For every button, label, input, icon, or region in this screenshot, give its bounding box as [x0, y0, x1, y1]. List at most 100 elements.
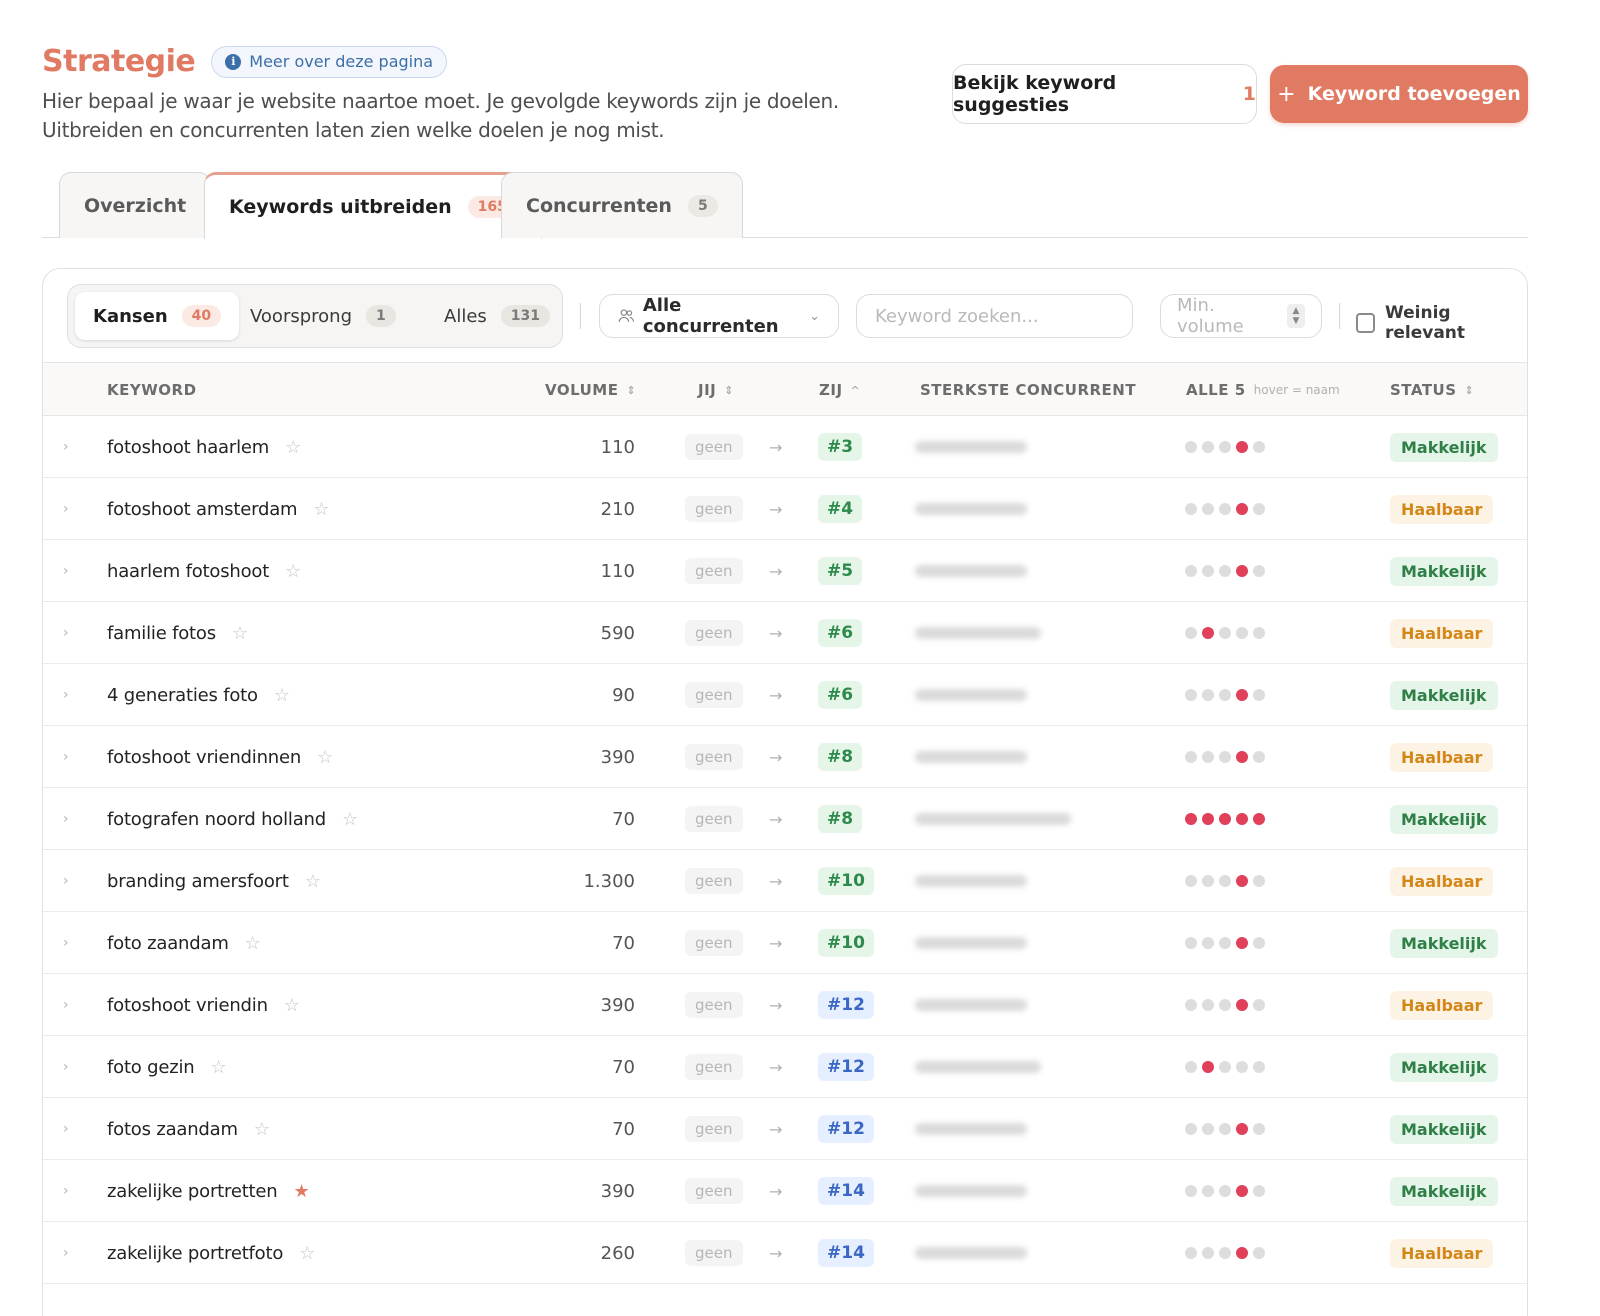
- competitor-rank-dot[interactable]: [1253, 875, 1265, 887]
- competitor-rank-dot[interactable]: [1202, 1185, 1214, 1197]
- table-row[interactable]: › zakelijke portretfoto ☆ 260 geen → #14 Haalba…: [43, 1222, 1527, 1284]
- competitor-rank-dot[interactable]: [1219, 1185, 1231, 1197]
- tab-concurrenten[interactable]: Concurrenten 5: [501, 172, 743, 238]
- competitor-rank-dot[interactable]: [1253, 1123, 1265, 1135]
- competitor-rank-dot[interactable]: [1236, 1061, 1248, 1073]
- star-icon[interactable]: ☆: [274, 685, 290, 706]
- star-icon[interactable]: ☆: [254, 1119, 270, 1140]
- col-jij[interactable]: JIJ ⇕: [698, 381, 734, 399]
- col-volume[interactable]: VOLUME ⇕: [545, 381, 636, 399]
- table-row[interactable]: › fotoshoot vriendinnen ☆ 390 geen → #8 Haalbaa…: [43, 726, 1527, 788]
- star-icon[interactable]: ☆: [285, 561, 301, 582]
- competitor-rank-dot[interactable]: [1219, 813, 1231, 825]
- competitor-rank-dot[interactable]: [1185, 1247, 1197, 1259]
- chevron-right-icon[interactable]: ›: [63, 974, 77, 1036]
- competitor-rank-dot[interactable]: [1236, 999, 1248, 1011]
- competitor-rank-dot[interactable]: [1219, 937, 1231, 949]
- competitor-rank-dot[interactable]: [1253, 937, 1265, 949]
- competitor-rank-dot[interactable]: [1202, 751, 1214, 763]
- competitor-rank-dot[interactable]: [1185, 1061, 1197, 1073]
- col-zij[interactable]: ZIJ ^: [819, 381, 860, 399]
- competitor-rank-dot[interactable]: [1202, 503, 1214, 515]
- chevron-right-icon[interactable]: ›: [63, 416, 77, 478]
- chevron-right-icon[interactable]: ›: [63, 1160, 77, 1222]
- star-icon[interactable]: ☆: [342, 809, 358, 830]
- competitor-rank-dot[interactable]: [1202, 1123, 1214, 1135]
- tab-overzicht[interactable]: Overzicht: [59, 172, 212, 238]
- competitor-rank-dot[interactable]: [1202, 1061, 1214, 1073]
- star-icon[interactable]: ☆: [232, 623, 248, 644]
- chevron-right-icon[interactable]: ›: [63, 602, 77, 664]
- competitor-rank-dot[interactable]: [1219, 1123, 1231, 1135]
- competitor-rank-dot[interactable]: [1185, 689, 1197, 701]
- competitor-rank-dot[interactable]: [1253, 689, 1265, 701]
- competitor-rank-dot[interactable]: [1236, 627, 1248, 639]
- star-icon[interactable]: ☆: [211, 1057, 227, 1078]
- competitor-rank-dot[interactable]: [1219, 875, 1231, 887]
- star-icon[interactable]: ☆: [299, 1243, 315, 1264]
- competitor-rank-dot[interactable]: [1253, 441, 1265, 453]
- chevron-right-icon[interactable]: ›: [63, 788, 77, 850]
- competitor-rank-dot[interactable]: [1236, 875, 1248, 887]
- chevron-right-icon[interactable]: ›: [63, 664, 77, 726]
- table-row[interactable]: › fotos zaandam ☆ 70 geen → #12 Makkelijk: [43, 1098, 1527, 1160]
- table-row[interactable]: › fotoshoot amsterdam ☆ 210 geen → #4 Haalbaar: [43, 478, 1527, 540]
- competitor-rank-dot[interactable]: [1202, 689, 1214, 701]
- competitor-rank-dot[interactable]: [1236, 689, 1248, 701]
- competitor-rank-dot[interactable]: [1185, 1185, 1197, 1197]
- competitor-rank-dot[interactable]: [1202, 627, 1214, 639]
- star-icon[interactable]: ☆: [245, 933, 261, 954]
- keyword-suggestions-button[interactable]: Bekijk keyword suggesties 1: [952, 64, 1257, 124]
- table-row[interactable]: › fotoshoot haarlem ☆ 110 geen → #3 Makkelijk: [43, 416, 1527, 478]
- table-row[interactable]: › fotoshoot vriendin ☆ 390 geen → #12 Haalbaar: [43, 974, 1527, 1036]
- competitor-rank-dot[interactable]: [1219, 565, 1231, 577]
- competitor-rank-dot[interactable]: [1236, 1185, 1248, 1197]
- competitor-rank-dot[interactable]: [1253, 627, 1265, 639]
- competitor-rank-dot[interactable]: [1236, 1247, 1248, 1259]
- competitor-rank-dot[interactable]: [1253, 813, 1265, 825]
- competitor-rank-dot[interactable]: [1185, 1123, 1197, 1135]
- competitor-rank-dot[interactable]: [1253, 1185, 1265, 1197]
- competitor-rank-dot[interactable]: [1219, 689, 1231, 701]
- competitor-rank-dot[interactable]: [1185, 813, 1197, 825]
- chevron-right-icon[interactable]: ›: [63, 1098, 77, 1160]
- competitor-rank-dot[interactable]: [1219, 441, 1231, 453]
- competitor-rank-dot[interactable]: [1219, 1061, 1231, 1073]
- add-keyword-button[interactable]: + Keyword toevoegen: [1270, 65, 1528, 123]
- competitor-rank-dot[interactable]: [1236, 565, 1248, 577]
- competitor-rank-dot[interactable]: [1185, 875, 1197, 887]
- segment-voorsprong[interactable]: Voorsprong 1: [232, 292, 414, 340]
- competitor-rank-dot[interactable]: [1236, 751, 1248, 763]
- competitor-rank-dot[interactable]: [1185, 565, 1197, 577]
- competitor-rank-dot[interactable]: [1202, 565, 1214, 577]
- chevron-right-icon[interactable]: ›: [63, 726, 77, 788]
- table-row[interactable]: › foto gezin ☆ 70 geen → #12 Makkelijk: [43, 1036, 1527, 1098]
- chevron-right-icon[interactable]: ›: [63, 1222, 77, 1284]
- min-volume-input[interactable]: Min. volume ▲ ▼: [1160, 294, 1322, 338]
- competitor-rank-dot[interactable]: [1219, 503, 1231, 515]
- table-row[interactable]: › familie fotos ☆ 590 geen → #6 Haalbaar: [43, 602, 1527, 664]
- star-icon[interactable]: ☆: [285, 437, 301, 458]
- table-row[interactable]: › 4 generaties foto ☆ 90 geen → #6 Makkelijk: [43, 664, 1527, 726]
- chevron-right-icon[interactable]: ›: [63, 912, 77, 974]
- competitor-rank-dot[interactable]: [1236, 813, 1248, 825]
- star-icon[interactable]: ☆: [313, 499, 329, 520]
- competitor-rank-dot[interactable]: [1185, 627, 1197, 639]
- keyword-search-input[interactable]: [856, 294, 1133, 338]
- star-icon[interactable]: ☆: [317, 747, 333, 768]
- chevron-right-icon[interactable]: ›: [63, 850, 77, 912]
- chevron-right-icon[interactable]: ›: [63, 1036, 77, 1098]
- competitor-rank-dot[interactable]: [1185, 937, 1197, 949]
- stepper-icon[interactable]: ▲ ▼: [1287, 304, 1305, 328]
- star-icon[interactable]: ★: [294, 1181, 310, 1202]
- star-icon[interactable]: ☆: [284, 995, 300, 1016]
- competitor-rank-dot[interactable]: [1236, 503, 1248, 515]
- segment-alles[interactable]: Alles 131: [426, 292, 568, 340]
- table-row[interactable]: › haarlem fotoshoot ☆ 110 geen → #5 Makkelijk: [43, 540, 1527, 602]
- chevron-right-icon[interactable]: ›: [63, 478, 77, 540]
- competitor-rank-dot[interactable]: [1253, 751, 1265, 763]
- segment-kansen[interactable]: Kansen 40: [75, 292, 240, 340]
- competitor-rank-dot[interactable]: [1219, 751, 1231, 763]
- low-relevance-toggle[interactable]: Weinig relevant: [1356, 303, 1527, 343]
- competitor-rank-dot[interactable]: [1219, 1247, 1231, 1259]
